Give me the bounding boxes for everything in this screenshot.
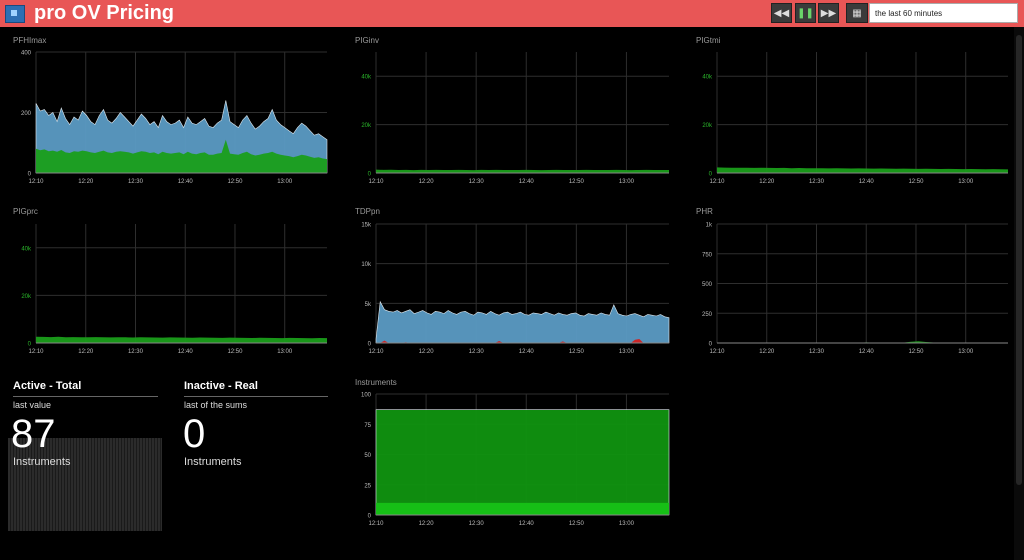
y-tick-label: 500 [702, 282, 713, 288]
y-tick-label: 0 [368, 172, 372, 178]
x-tick-label: 13:00 [619, 521, 635, 527]
panel-title: PHR [696, 207, 713, 216]
y-tick-label: 25 [364, 483, 371, 489]
area-series-1 [376, 502, 669, 515]
x-tick-label: 12:30 [469, 179, 485, 185]
x-tick-label: 12:20 [419, 521, 435, 527]
x-tick-label: 12:20 [78, 179, 94, 185]
x-tick-label: 13:00 [619, 349, 635, 355]
x-tick-label: 12:20 [78, 349, 94, 355]
y-tick-label: 0 [28, 172, 32, 178]
y-tick-label: 0 [709, 342, 713, 348]
stat-divider [13, 396, 158, 397]
y-tick-label: 20k [21, 294, 32, 300]
x-tick-label: 12:20 [419, 179, 435, 185]
panel-title: PIGtmi [696, 36, 721, 45]
y-tick-label: 15k [361, 223, 372, 229]
x-tick-label: 12:20 [419, 349, 435, 355]
panel-title: Instruments [355, 378, 397, 387]
x-tick-label: 13:00 [958, 179, 974, 185]
y-tick-label: 20k [361, 123, 372, 129]
x-tick-label: 12:40 [519, 521, 535, 527]
y-tick-label: 40k [21, 246, 32, 252]
x-tick-label: 12:50 [227, 349, 243, 355]
x-tick-label: 12:20 [759, 179, 775, 185]
stat-title-inactive: Inactive - Real [184, 380, 258, 392]
x-tick-label: 12:10 [368, 349, 384, 355]
x-tick-label: 12:30 [469, 521, 485, 527]
x-tick-label: 12:30 [809, 179, 825, 185]
y-tick-label: 400 [21, 51, 32, 57]
x-tick-label: 12:40 [859, 349, 875, 355]
x-tick-label: 13:00 [619, 179, 635, 185]
y-tick-label: 0 [368, 514, 372, 520]
area-series-0 [375, 300, 670, 344]
y-tick-label: 750 [702, 252, 713, 258]
stat-divider [184, 396, 328, 397]
stat-subtitle-active: last value [13, 400, 52, 410]
y-tick-label: 5k [365, 302, 372, 308]
scrollbar-thumb[interactable] [1016, 35, 1022, 485]
x-tick-label: 12:40 [519, 179, 535, 185]
y-tick-label: 40k [702, 75, 713, 81]
y-tick-label: 1k [706, 223, 713, 229]
x-tick-label: 13:00 [277, 179, 293, 185]
x-tick-label: 12:40 [178, 179, 194, 185]
x-tick-label: 12:40 [519, 349, 535, 355]
y-tick-label: 50 [364, 453, 371, 459]
x-tick-label: 13:00 [277, 349, 293, 355]
stat-unit-active: Instruments [13, 456, 71, 468]
x-tick-label: 12:10 [368, 521, 384, 527]
x-tick-label: 12:30 [128, 179, 144, 185]
panel-title: PIGprc [13, 207, 38, 216]
x-tick-label: 12:10 [709, 349, 725, 355]
x-tick-label: 12:50 [569, 521, 585, 527]
x-tick-label: 13:00 [958, 349, 974, 355]
y-tick-label: 250 [702, 312, 713, 318]
stat-value-active: 87 [11, 412, 56, 456]
x-tick-label: 12:40 [859, 179, 875, 185]
y-tick-label: 75 [364, 423, 371, 429]
x-tick-label: 12:50 [908, 179, 924, 185]
page-scrollbar[interactable] [1014, 27, 1024, 560]
x-tick-label: 12:50 [227, 179, 243, 185]
y-tick-label: 0 [709, 172, 713, 178]
panel-title: TDPpn [355, 207, 380, 216]
panel-title: PFHImax [13, 36, 47, 45]
stat-title-active: Active - Total [13, 380, 82, 392]
y-tick-label: 20k [702, 123, 713, 129]
x-tick-label: 12:40 [178, 349, 194, 355]
x-tick-label: 12:10 [709, 179, 725, 185]
x-tick-label: 12:20 [759, 349, 775, 355]
x-tick-label: 12:30 [809, 349, 825, 355]
stat-unit-inactive: Instruments [184, 456, 242, 468]
y-tick-label: 0 [28, 342, 32, 348]
area-series-0 [717, 167, 1008, 173]
x-tick-label: 12:10 [28, 179, 44, 185]
y-tick-label: 40k [361, 75, 372, 81]
y-tick-label: 0 [368, 342, 372, 348]
area-series-0 [36, 336, 327, 343]
stat-value-inactive: 0 [183, 412, 206, 456]
x-tick-label: 12:30 [128, 349, 144, 355]
area-series-0 [376, 169, 669, 173]
x-tick-label: 12:50 [908, 349, 924, 355]
area-series-0 [375, 409, 670, 516]
x-tick-label: 12:30 [469, 349, 485, 355]
x-tick-label: 12:10 [368, 179, 384, 185]
y-tick-label: 200 [21, 111, 32, 117]
y-tick-label: 10k [361, 262, 372, 268]
x-tick-label: 12:10 [28, 349, 44, 355]
y-tick-label: 100 [361, 393, 372, 399]
x-tick-label: 12:50 [569, 349, 585, 355]
x-tick-label: 12:50 [569, 179, 585, 185]
stat-subtitle-inactive: last of the sums [184, 400, 248, 410]
panel-title: PIGinv [355, 36, 380, 45]
